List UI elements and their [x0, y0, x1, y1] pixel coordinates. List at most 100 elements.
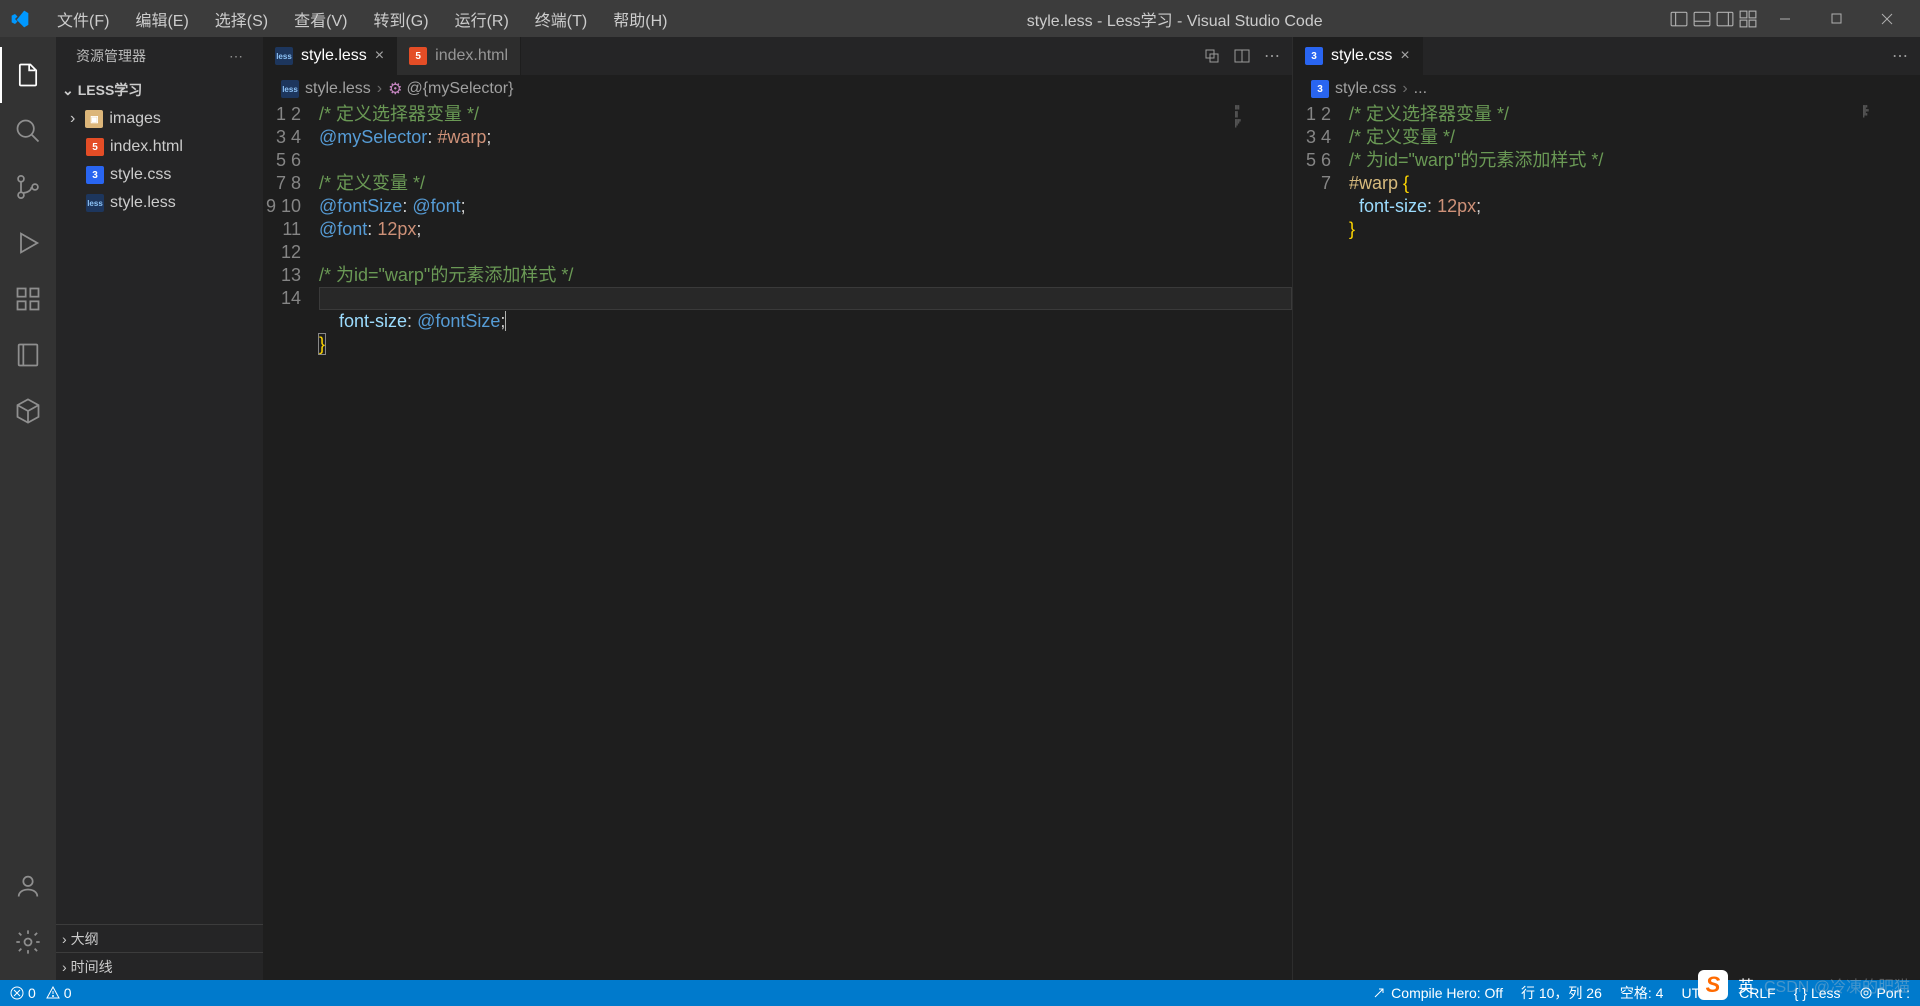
tab-label: style.css [1331, 47, 1392, 65]
maximize-button[interactable] [1813, 4, 1859, 34]
menu-bar: 文件(F) 编辑(E) 选择(S) 查看(V) 转到(G) 运行(R) 终端(T… [45, 1, 679, 37]
menu-view[interactable]: 查看(V) [282, 1, 359, 37]
line-gutter: 1 2 3 4 5 6 7 [1293, 103, 1349, 980]
menu-edit[interactable]: 编辑(E) [123, 1, 200, 37]
window-controls [1670, 4, 1910, 34]
file-tree-item-style-css[interactable]: 3 style.css [56, 161, 263, 189]
status-compile-hero[interactable]: Compile Hero: Off [1373, 985, 1503, 1001]
more-actions-icon[interactable]: ⋯ [1892, 46, 1908, 66]
explorer-sidebar: 资源管理器 ⋯ ⌄ LESS学习 › ▣ images 5 index.html… [56, 37, 263, 980]
activity-settings[interactable] [0, 914, 56, 970]
menu-run[interactable]: 运行(R) [443, 1, 521, 37]
html-file-icon: 5 [86, 138, 104, 156]
sidebar-section-timeline[interactable]: › 时间线 [56, 952, 263, 980]
titlebar: 文件(F) 编辑(E) 选择(S) 查看(V) 转到(G) 运行(R) 终端(T… [0, 0, 1920, 37]
menu-terminal[interactable]: 终端(T) [523, 1, 599, 37]
chevron-down-icon: ⌄ [62, 82, 74, 99]
customize-layout-icon[interactable] [1739, 10, 1757, 28]
tabs-left: less style.less × 5 index.html ⋯ [263, 37, 1292, 75]
tree-item-label: index.html [110, 138, 183, 156]
html-file-icon: 5 [409, 47, 427, 65]
file-tree-folder-images[interactable]: › ▣ images [56, 105, 263, 133]
activity-explorer[interactable] [0, 47, 56, 103]
activity-extensions[interactable] [0, 271, 56, 327]
activity-source-control[interactable] [0, 159, 56, 215]
tab-index-html[interactable]: 5 index.html [397, 37, 521, 75]
window-title: style.less - Less学习 - Visual Studio Code [679, 7, 1670, 31]
breadcrumb-separator: › [1402, 80, 1407, 98]
editor-left[interactable]: 1 2 3 4 5 6 7 8 9 10 11 12 13 14 /* 定义选择… [263, 103, 1292, 980]
close-tab-icon[interactable]: × [375, 47, 384, 65]
breadcrumb-file: style.css [1335, 80, 1396, 98]
activity-accounts[interactable] [0, 858, 56, 914]
variable-icon: ⚙ [388, 79, 402, 99]
breadcrumb-left[interactable]: less style.less › ⚙ @{mySelector} [263, 75, 1292, 103]
status-line-col[interactable]: 行 10，列 26 [1521, 983, 1602, 1003]
status-errors[interactable]: 0 [10, 985, 36, 1001]
more-actions-icon[interactable]: ⋯ [1264, 46, 1280, 66]
tab-actions: ⋯ [1892, 37, 1920, 75]
tab-label: index.html [435, 47, 508, 65]
close-button[interactable] [1864, 4, 1910, 34]
split-editor-icon[interactable] [1234, 48, 1250, 64]
menu-help[interactable]: 帮助(H) [601, 1, 679, 37]
menu-selection[interactable]: 选择(S) [203, 1, 280, 37]
code-content-right[interactable]: /* 定义选择器变量 */ /* 定义变量 */ /* 为id="warp"的元… [1349, 103, 1860, 980]
less-file-icon: less [281, 80, 299, 98]
minimap-left[interactable]: ██████████████████████ [1232, 103, 1292, 980]
line-gutter: 1 2 3 4 5 6 7 8 9 10 11 12 13 14 [263, 103, 319, 980]
sidebar-section-outline[interactable]: › 大纲 [56, 924, 263, 952]
file-tree-item-style-less[interactable]: less style.less [56, 189, 263, 217]
css-file-icon: 3 [1305, 47, 1323, 65]
editor-group-left: less style.less × 5 index.html ⋯ less st… [263, 37, 1293, 980]
tree-item-label: style.less [110, 194, 176, 212]
tab-actions: ⋯ [1204, 37, 1292, 75]
css-file-icon: 3 [86, 166, 104, 184]
tab-style-css[interactable]: 3 style.css × [1293, 37, 1423, 75]
status-language[interactable]: { }Less [1794, 985, 1841, 1001]
status-eol[interactable]: CRLF [1739, 985, 1776, 1001]
editor-right[interactable]: 1 2 3 4 5 6 7 /* 定义选择器变量 */ /* 定义变量 */ /… [1293, 103, 1920, 980]
tree-item-label: style.css [110, 166, 171, 184]
tab-style-less[interactable]: less style.less × [263, 37, 397, 75]
menu-go[interactable]: 转到(G) [361, 1, 440, 37]
sidebar-title: 资源管理器 [76, 46, 146, 66]
run-icon[interactable] [1204, 48, 1220, 64]
minimap-right[interactable]: ███████████████ [1860, 103, 1920, 980]
folder-icon: ▣ [85, 110, 103, 128]
statusbar: 0 0 Compile Hero: Off 行 10，列 26 空格: 4 UT… [0, 980, 1920, 1006]
status-encoding[interactable]: UTF-8 [1681, 985, 1721, 1001]
activity-cube[interactable] [0, 383, 56, 439]
tab-label: style.less [301, 47, 367, 65]
sidebar-more-icon[interactable]: ⋯ [229, 48, 243, 65]
file-tree: › ▣ images 5 index.html 3 style.css less… [56, 105, 263, 924]
section-label: 时间线 [71, 957, 113, 977]
activity-search[interactable] [0, 103, 56, 159]
status-port[interactable]: Port : [1859, 985, 1910, 1001]
sidebar-header: 资源管理器 ⋯ [56, 37, 263, 75]
workspace-folder-name: LESS学习 [78, 80, 143, 100]
status-warnings[interactable]: 0 [46, 985, 72, 1001]
workspace-folder-header[interactable]: ⌄ LESS学习 [56, 75, 263, 105]
minimize-button[interactable] [1762, 4, 1808, 34]
toggle-primary-sidebar-icon[interactable] [1670, 10, 1688, 28]
activity-run-debug[interactable] [0, 215, 56, 271]
css-file-icon: 3 [1311, 80, 1329, 98]
close-tab-icon[interactable]: × [1400, 47, 1409, 65]
code-content-left[interactable]: /* 定义选择器变量 */ @mySelector: #warp; /* 定义变… [319, 103, 1232, 980]
file-tree-item-index-html[interactable]: 5 index.html [56, 133, 263, 161]
less-file-icon: less [86, 194, 104, 212]
tree-item-label: images [109, 110, 161, 128]
section-label: 大纲 [71, 929, 99, 949]
toggle-panel-icon[interactable] [1693, 10, 1711, 28]
breadcrumb-symbol[interactable]: ⚙ @{mySelector} [388, 79, 513, 99]
breadcrumb-right[interactable]: 3 style.css › ... [1293, 75, 1920, 103]
toggle-secondary-sidebar-icon[interactable] [1716, 10, 1734, 28]
breadcrumb-separator: › [377, 80, 382, 98]
activity-books[interactable] [0, 327, 56, 383]
editor-group-right: 3 style.css × ⋯ 3 style.css › ... 1 2 3 … [1293, 37, 1920, 980]
menu-file[interactable]: 文件(F) [45, 1, 121, 37]
status-spaces[interactable]: 空格: 4 [1620, 983, 1664, 1003]
vscode-logo-icon [10, 9, 30, 29]
chevron-right-icon: › [70, 110, 75, 128]
